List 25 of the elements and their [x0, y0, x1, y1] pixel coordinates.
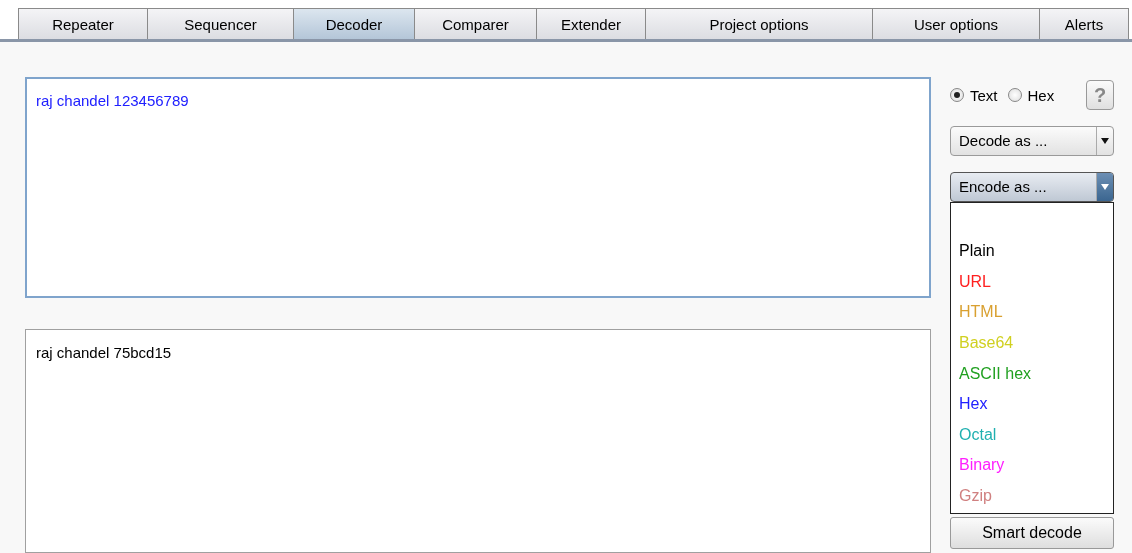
- tab[interactable]: Comparer: [414, 8, 537, 39]
- tab[interactable]: Decoder: [293, 8, 415, 39]
- text-editor[interactable]: raj chandel 75bcd15: [25, 328, 931, 553]
- dropdown-option[interactable]: ASCII hex: [951, 358, 1113, 389]
- editor-text: raj chandel 75bcd15: [36, 343, 172, 361]
- dropdown-option[interactable]: Hex: [951, 388, 1113, 420]
- dropdown-option[interactable]: Plain: [951, 236, 1113, 267]
- radio-button[interactable]: Text: [950, 86, 998, 104]
- radio-icon: [950, 88, 964, 102]
- dropdown[interactable]: Encode as ...: [950, 172, 1114, 202]
- dropdown[interactable]: Decode as ...: [950, 126, 1114, 156]
- tab[interactable]: Extender: [536, 8, 646, 39]
- radio-button[interactable]: Hex: [1007, 86, 1055, 104]
- radio-icon: [1007, 88, 1022, 102]
- tab[interactable]: Project options: [645, 8, 873, 39]
- caret-icon: [1101, 138, 1109, 144]
- tab[interactable]: User options: [872, 8, 1040, 39]
- tab[interactable]: Repeater: [18, 8, 148, 39]
- tab[interactable]: Alerts: [1039, 8, 1129, 39]
- editor-text: raj chandel 123456789: [36, 92, 189, 109]
- smart-decode-button[interactable]: Smart decode: [950, 517, 1114, 549]
- text-editor[interactable]: raj chandel 123456789: [25, 77, 931, 298]
- tab[interactable]: Sequencer: [147, 8, 294, 39]
- dropdown-option[interactable]: URL: [951, 266, 1113, 298]
- caret-icon: [1101, 184, 1109, 190]
